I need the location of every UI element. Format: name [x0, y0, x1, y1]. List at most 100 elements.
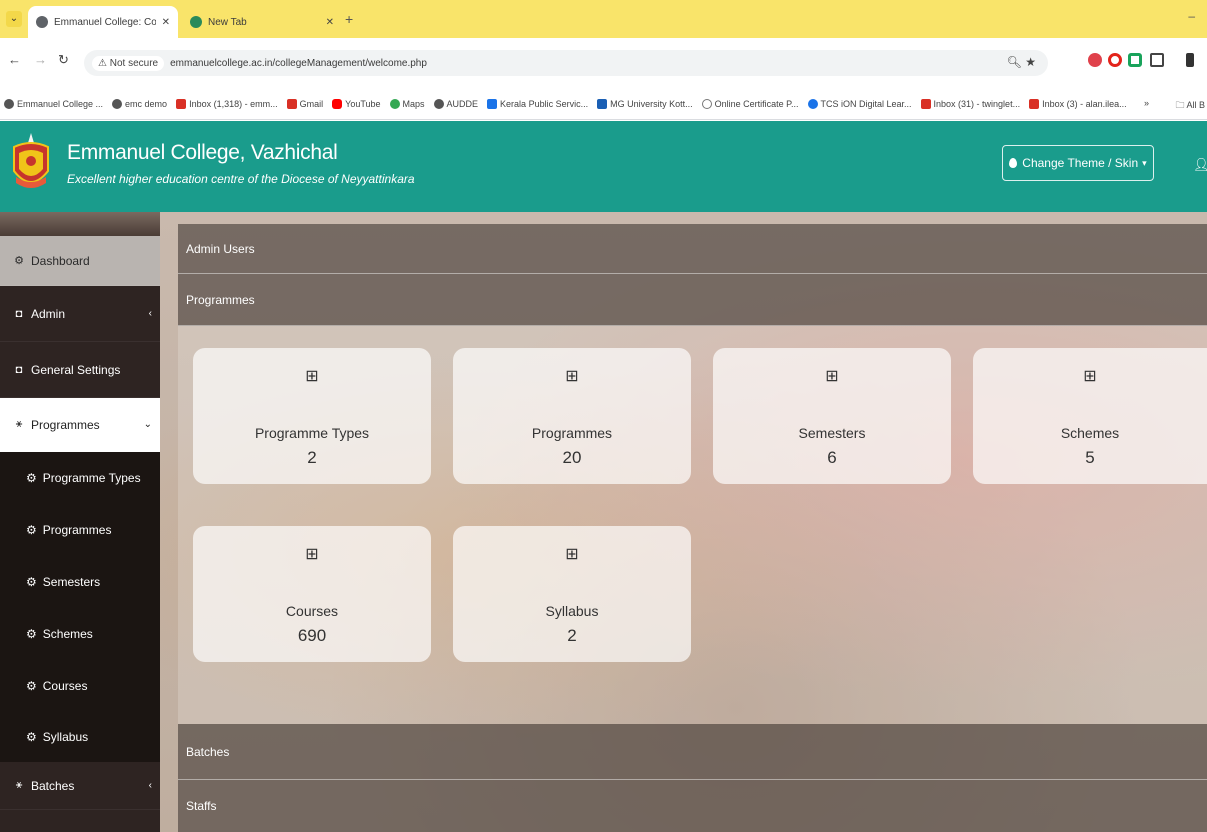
sidebar-item-general-settings[interactable]: ◘ General Settings [0, 342, 160, 398]
bookmark-item[interactable]: Inbox (31) - twinglet... [920, 98, 1021, 109]
sidebar-subitem-programme-types[interactable]: ⚙ Programme Types [0, 452, 160, 504]
card-label: Programme Types [254, 425, 370, 441]
minimize-icon[interactable]: – [1188, 9, 1195, 23]
bookmark-item[interactable]: TCS iON Digital Lear... [807, 98, 912, 109]
bookmark-item[interactable]: AUDDE [433, 98, 478, 109]
user-icon[interactable]: 👤︎ [1193, 157, 1207, 173]
security-indicator[interactable]: ⚠ Not secure [92, 55, 165, 71]
site-tagline: Excellent higher education centre of the… [67, 172, 415, 186]
section-staffs[interactable]: Staffs [178, 780, 1207, 832]
card-value: 5 [1085, 448, 1095, 467]
close-tab-icon[interactable]: ✕ [326, 17, 334, 28]
gmail-icon [286, 98, 297, 109]
site-header: Emmanuel College, Vazhichal Excellent hi… [0, 121, 1207, 212]
sidebar-item-label: Programme Types [42, 471, 141, 485]
address-bar[interactable]: ⚠ Not secure emmanuelcollege.ac.in/colle… [84, 50, 1048, 76]
card-label: Semesters [798, 425, 866, 441]
card-courses[interactable]: ⊞ Courses 690 [193, 526, 431, 662]
bookmark-item[interactable]: Inbox (1,318) - emm... [176, 98, 278, 109]
gears-icon: ⚙ [26, 471, 37, 485]
card-programme-types[interactable]: ⊞ Programme Types 2 [193, 348, 431, 484]
dashboard-icon: ⚙ [14, 255, 24, 267]
sidebar-subitem-courses[interactable]: ⚙ Courses [0, 660, 160, 712]
chrome-icon [190, 16, 202, 28]
bookmark-label: emc demo [125, 98, 168, 109]
bookmark-label: Inbox (31) - twinglet... [933, 98, 1021, 109]
site-title: Emmanuel College, Vazhichal [67, 141, 338, 164]
back-icon[interactable]: ← [8, 52, 21, 67]
opera-icon[interactable] [1108, 53, 1122, 67]
sidebar-item-label: Dashboard [31, 253, 90, 268]
extension-icon[interactable] [1088, 53, 1102, 67]
bookmarks-overflow-button[interactable]: » [1144, 98, 1149, 108]
programmes-panel: ⊞ Programme Types 2 ⊞ Programmes 20 ⊞ Se… [178, 326, 1207, 724]
bookmark-label: Kerala Public Servic... [500, 98, 589, 109]
extension-icon[interactable] [1128, 53, 1142, 67]
all-bookmarks-button[interactable]: 🗀 All B [1175, 98, 1205, 114]
card-value: 20 [562, 448, 582, 467]
url-text: emmanuelcollege.ac.in/collegeManagement/… [170, 57, 427, 69]
card-label: Schemes [1060, 425, 1120, 441]
bookmark-star-icon[interactable]: 🔍︎ ★ [1007, 55, 1036, 69]
bookmark-item[interactable]: emc demo [112, 98, 168, 109]
tab-active[interactable]: Emmanuel College: College Ma ✕ [28, 6, 178, 38]
bookmark-label: Inbox (1,318) - emm... [189, 98, 278, 109]
gears-icon: ⚙ [26, 575, 37, 589]
card-syllabus[interactable]: ⊞ Syllabus 2 [453, 526, 691, 662]
globe-icon [112, 98, 123, 109]
sidebar-item-batches[interactable]: ⚹ Batches ‹ [0, 762, 160, 810]
bookmark-item[interactable]: Kerala Public Servic... [487, 98, 589, 109]
sidepanel-icon[interactable] [1186, 53, 1194, 67]
sidebar-item-dashboard[interactable]: ⚙ Dashboard [0, 236, 160, 286]
bookmark-item[interactable]: Emmanuel College ... [4, 98, 104, 109]
section-title: Staffs [186, 799, 217, 813]
sidebar-subitem-syllabus[interactable]: ⚙ Syllabus [0, 712, 160, 762]
sidebar-item-admin[interactable]: ◘ Admin ‹ [0, 286, 160, 342]
sidebar-item-label: Courses [42, 679, 88, 693]
change-theme-button[interactable]: Change Theme / Skin ▾ [1002, 145, 1154, 181]
browser-toolbar: ← → ↻ ⚠ Not secure emmanuelcollege.ac.in… [0, 38, 1207, 88]
sidebar-item-label: Semesters [42, 575, 101, 589]
bookmark-item[interactable]: Online Certificate P... [701, 98, 799, 109]
card-schemes[interactable]: ⊞ Schemes 5 [973, 348, 1207, 484]
sidebar-item-label: Batches [31, 778, 75, 793]
bookmark-item[interactable]: Inbox (3) - alan.ilea... [1029, 98, 1127, 109]
section-programmes[interactable]: Programmes [178, 274, 1207, 326]
section-admin-users[interactable]: Admin Users [178, 224, 1207, 274]
tab-search-icon[interactable]: ⌄ [6, 11, 22, 27]
card-value: 2 [567, 626, 577, 645]
card-programmes[interactable]: ⊞ Programmes 20 [453, 348, 691, 484]
sidebar-subitem-semesters[interactable]: ⚙ Semesters [0, 556, 160, 608]
bookmark-label: Emmanuel College ... [17, 98, 104, 109]
bookmark-item[interactable]: MG University Kott... [597, 98, 693, 109]
tab-new-tab[interactable]: New Tab ✕ [182, 6, 342, 38]
bookmark-item[interactable]: YouTube [332, 98, 381, 109]
sitemap-icon: ⚹ [15, 418, 23, 430]
bookmark-label: TCS iON Digital Lear... [820, 98, 912, 109]
card-value: 6 [827, 448, 837, 467]
bookmark-item[interactable]: Maps [389, 98, 425, 109]
puzzle-icon[interactable] [1150, 53, 1164, 67]
bookmark-label: MG University Kott... [610, 98, 693, 109]
sidebar-item-label: Schemes [42, 627, 93, 641]
forward-icon[interactable]: → [34, 52, 47, 67]
sidebar-item-programmes[interactable]: ⚹ Programmes ⌄ [0, 398, 160, 452]
close-tab-icon[interactable]: ✕ [162, 17, 170, 28]
new-tab-button[interactable]: + [345, 11, 353, 27]
certificate-icon [701, 98, 712, 109]
card-value: 2 [307, 448, 317, 467]
youtube-icon [332, 98, 343, 109]
bookmark-item[interactable]: Gmail [286, 98, 323, 109]
globe-icon [433, 98, 444, 109]
gears-icon: ⚙ [26, 523, 37, 537]
sidebar-subitem-programmes[interactable]: ⚙ Programmes [0, 504, 160, 556]
reload-icon[interactable]: ↻ [58, 52, 69, 68]
sidebar-item-label: Syllabus [42, 730, 89, 744]
tab-title: New Tab [208, 16, 247, 28]
card-semesters[interactable]: ⊞ Semesters 6 [713, 348, 951, 484]
sidebar-subitem-schemes[interactable]: ⚙ Schemes [0, 608, 160, 660]
section-batches[interactable]: Batches [178, 724, 1207, 780]
browser-tab-bar: ⌄ Emmanuel College: College Ma ✕ New Tab… [0, 0, 1207, 38]
book-icon: ⊞ [305, 368, 319, 385]
card-value: 690 [297, 626, 327, 645]
